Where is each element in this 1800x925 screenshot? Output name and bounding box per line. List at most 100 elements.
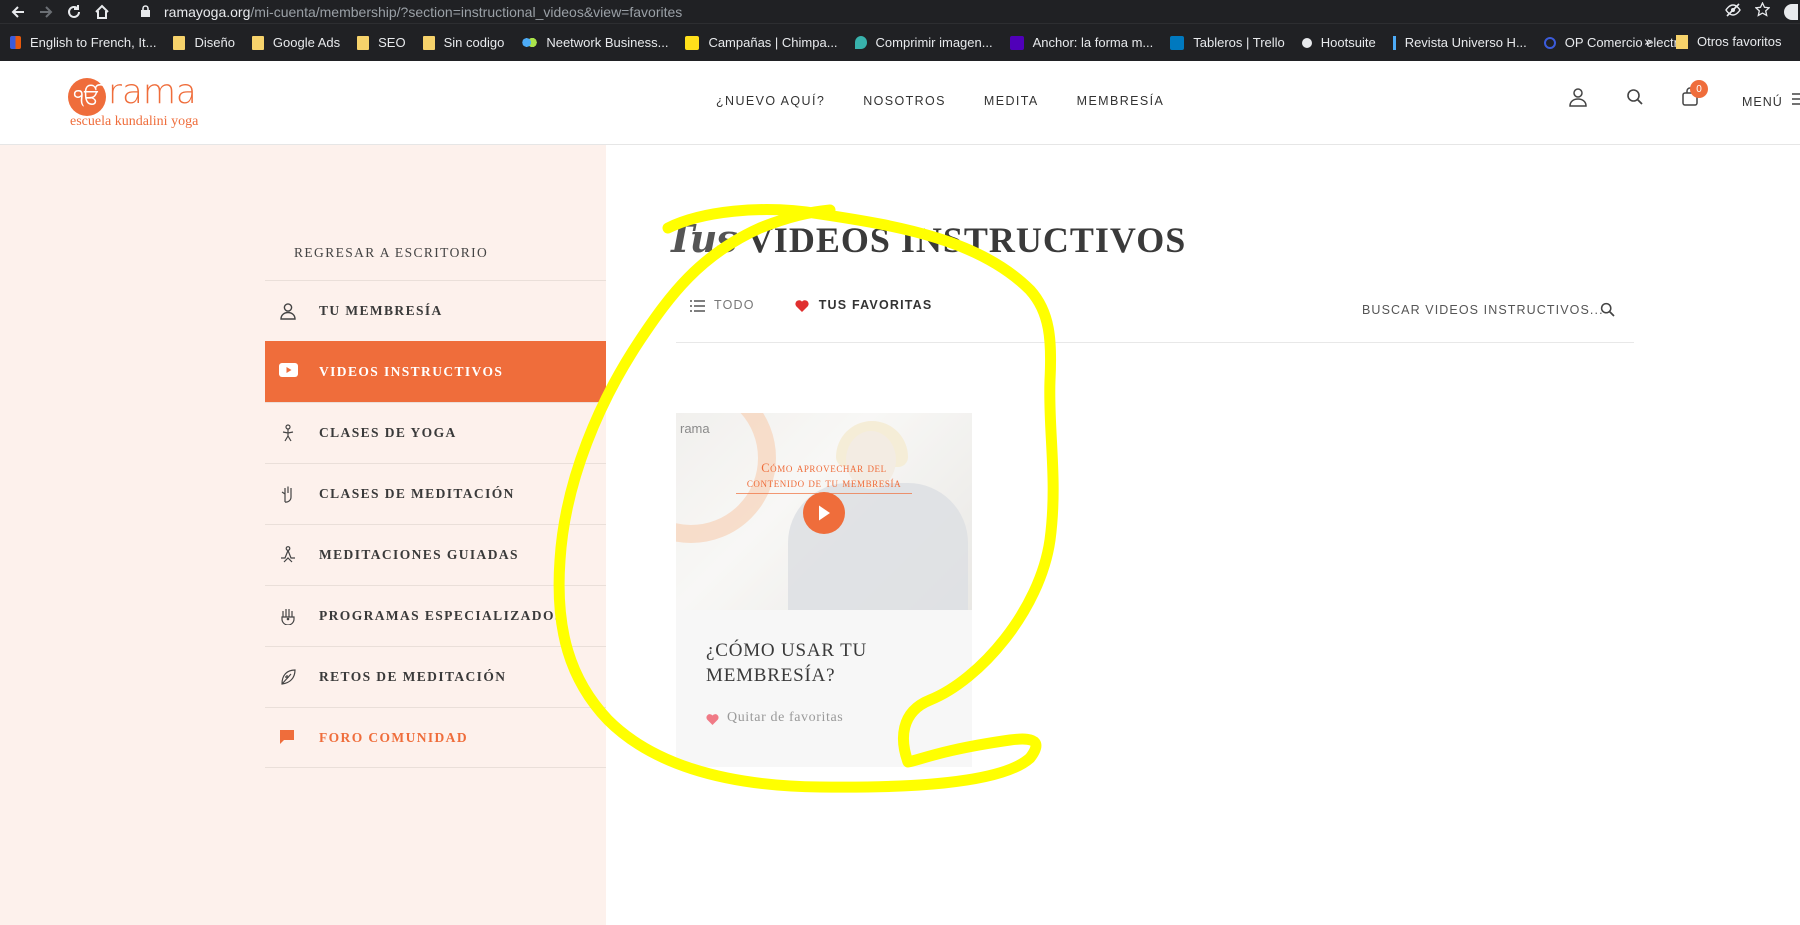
thumbnail-caption: Cómo aprovechar del (761, 461, 887, 475)
address-bar[interactable]: ramayoga.org/mi-cuenta/membership/?secti… (138, 0, 682, 23)
site-header: ੴ rama escuela kundalini yoga ¿NUEVO AQU… (0, 62, 1800, 145)
account-icon[interactable] (1568, 87, 1590, 109)
mailchimp-icon (685, 35, 700, 50)
reverso-icon (10, 36, 21, 49)
heart-icon (706, 712, 719, 725)
bookmark-item[interactable]: English to French, It... (10, 35, 156, 50)
sidebar-item-guided-meditations[interactable]: MEDITACIONES GUIADAS (265, 524, 606, 585)
eye-off-icon[interactable] (1725, 2, 1741, 21)
bookmark-item[interactable]: SEO (357, 35, 406, 50)
sidebar-item-yoga-classes[interactable]: CLASES DE YOGA (265, 402, 606, 463)
sidebar-item-community-forum[interactable]: FORO COMUNIDAD (265, 707, 606, 768)
mudra-hand-icon (279, 485, 297, 503)
lock-icon (138, 5, 152, 19)
bookmark-label: SEO (378, 35, 406, 50)
sidebar-item-label: CLASES DE YOGA (319, 425, 457, 440)
bookmark-label: English to French, It... (30, 35, 157, 50)
bookmark-label: Hootsuite (1320, 35, 1376, 50)
nav-meditate[interactable]: MEDITA (984, 94, 1039, 108)
bookmark-item[interactable]: Neetwork Business... (521, 35, 668, 50)
sidebar-item-meditation-challenges[interactable]: RETOS DE MEDITACIÓN (265, 646, 606, 707)
bookmark-label: Comprimir imagen... (875, 35, 993, 50)
bookmark-label: Revista Universo H... (1404, 35, 1527, 50)
profile-avatar[interactable] (1784, 3, 1798, 20)
folder-icon (1676, 34, 1688, 49)
sidebar-item-membership[interactable]: TU MEMBRESÍA (265, 280, 606, 341)
hootsuite-icon (1301, 37, 1312, 48)
home-icon[interactable] (88, 0, 116, 23)
list-icon (690, 299, 705, 312)
nav-membership[interactable]: MEMBRESÍA (1077, 94, 1165, 108)
user-icon (279, 302, 297, 320)
back-to-dashboard-link[interactable]: REGRESAR A ESCRITORIO (294, 245, 488, 261)
account-menu: TU MEMBRESÍA VIDEOS INSTRUCTIVOS CLASES … (265, 280, 606, 768)
nav-about[interactable]: NOSOTROS (863, 94, 946, 108)
sidebar-item-label: FORO COMUNIDAD (319, 729, 468, 745)
video-thumbnail[interactable]: rama Cómo aprovechar del contenido de tu… (676, 413, 972, 610)
more-bookmarks-button[interactable]: » (1644, 35, 1652, 50)
page-title: Tus VIDEOS INSTRUCTIVOS (666, 216, 1186, 261)
video-title[interactable]: ¿CÓMO USAR TU MEMBRESÍA? (706, 638, 946, 688)
bookmark-item[interactable]: Revista Universo H... (1392, 35, 1527, 50)
remove-favorite-button[interactable]: Quitar de favoritas (706, 710, 843, 726)
sidebar-item-label: PROGRAMAS ESPECIALIZADOS (319, 608, 564, 623)
sidebar-item-meditation-classes[interactable]: CLASES DE MEDITACIÓN (265, 463, 606, 524)
filter-all[interactable]: TODO (690, 298, 755, 312)
play-icon (819, 505, 830, 521)
bookmark-item[interactable]: Comprimir imagen... (854, 35, 993, 50)
sidebar-item-label: VIDEOS INSTRUCTIVOS (319, 364, 504, 379)
neetwork-icon (521, 36, 538, 49)
remove-favorite-label: Quitar de favoritas (727, 710, 844, 725)
sidebar-item-label: RETOS DE MEDITACIÓN (319, 669, 507, 684)
heart-icon (795, 299, 810, 312)
bookmark-item[interactable]: Diseño (173, 35, 235, 50)
youtube-icon (279, 363, 298, 381)
main-nav: ¿NUEVO AQUÍ? NOSOTROS MEDITA MEMBRESÍA (716, 94, 1164, 108)
hamsa-hand-icon (279, 607, 297, 626)
header-search-icon[interactable] (1626, 88, 1648, 110)
forward-arrow-icon[interactable] (32, 0, 60, 23)
video-card[interactable]: rama Cómo aprovechar del contenido de tu… (676, 413, 972, 767)
bookmark-label: Otros favoritos (1697, 34, 1782, 49)
magazine-icon (1392, 35, 1396, 50)
folder-icon (251, 35, 264, 50)
bookmark-item[interactable]: Google Ads (251, 35, 341, 50)
other-bookmarks-folder[interactable]: Otros favoritos (1676, 34, 1782, 49)
search-icon[interactable] (1600, 302, 1616, 318)
page-title-script: Tus (666, 216, 738, 261)
bookmark-label: Google Ads (272, 35, 341, 50)
filter-favorites[interactable]: TUS FAVORITAS (795, 298, 933, 312)
bookmark-label: Sin codigo (443, 35, 505, 50)
bookmark-item[interactable]: Tableros | Trello (1170, 35, 1285, 50)
bookmark-item[interactable]: Anchor: la forma m... (1009, 35, 1154, 50)
video-filters: TODO TUS FAVORITAS (690, 298, 972, 312)
menu-button[interactable]: MENÚ (1742, 95, 1783, 109)
sidebar-item-label: TU MEMBRESÍA (319, 303, 443, 318)
logo-name: rama (108, 72, 197, 112)
bookmark-item[interactable]: Hootsuite (1301, 35, 1376, 50)
video-search-input[interactable]: BUSCAR VIDEOS INSTRUCTIVOS... (1362, 303, 1604, 317)
star-icon[interactable] (1754, 1, 1771, 21)
bookmark-label: Diseño (194, 35, 235, 50)
nav-new-here[interactable]: ¿NUEVO AQUÍ? (716, 94, 825, 108)
sidebar-item-specialized-programs[interactable]: PROGRAMAS ESPECIALIZADOS (265, 585, 606, 646)
ek-onkar-icon: ੴ (68, 78, 106, 116)
back-arrow-icon[interactable] (4, 0, 32, 23)
bookmark-label: Anchor: la forma m... (1032, 35, 1154, 50)
leaf-icon (279, 668, 297, 686)
sidebar-item-instructional-videos[interactable]: VIDEOS INSTRUCTIVOS (265, 341, 606, 402)
bookmark-item[interactable]: Campañas | Chimpa... (685, 35, 838, 50)
bookmark-item[interactable]: Sin codigo (422, 35, 505, 50)
cart-count-badge: 0 (1690, 80, 1708, 98)
site-logo[interactable]: ੴ rama escuela kundalini yoga (68, 72, 208, 132)
play-button[interactable] (803, 492, 845, 534)
divider (676, 342, 1634, 343)
hamburger-icon[interactable] (1792, 92, 1800, 106)
browser-toolbar: ramayoga.org/mi-cuenta/membership/?secti… (0, 0, 1800, 23)
bookmark-label: Tableros | Trello (1193, 35, 1285, 50)
meditation-icon (279, 546, 297, 564)
filter-all-label: TODO (714, 298, 755, 312)
reload-icon[interactable] (60, 0, 88, 23)
yoga-pose-icon (279, 424, 297, 442)
bookmark-item[interactable]: OP Comercio electr... (1543, 35, 1688, 50)
